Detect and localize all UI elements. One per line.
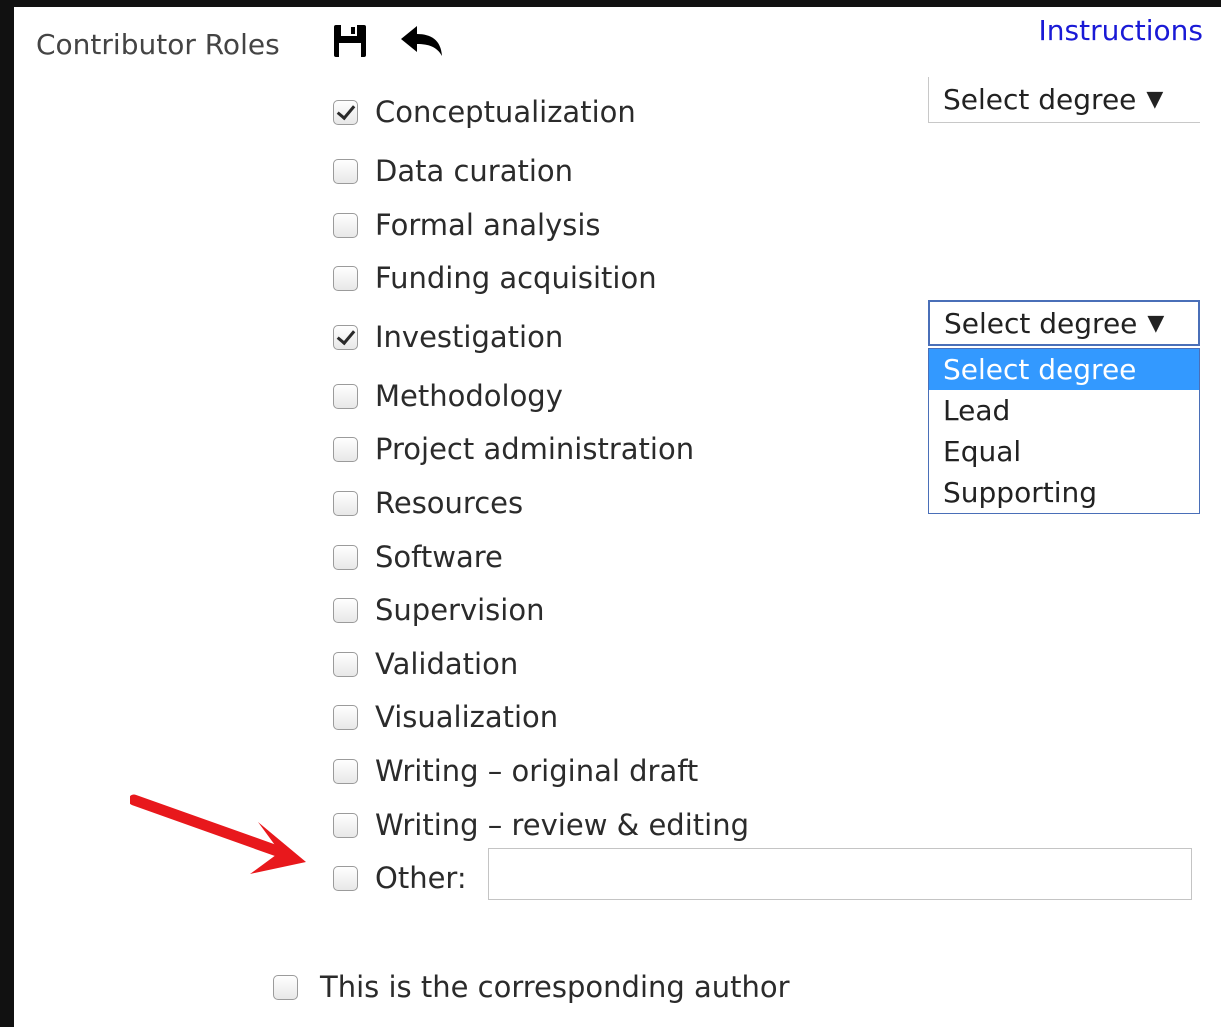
role-label: Data curation: [375, 154, 574, 188]
contributor-roles-label: Contributor Roles: [36, 28, 280, 61]
role-label: Resources: [375, 486, 524, 520]
role-checkbox[interactable]: [333, 812, 358, 838]
role-checkbox[interactable]: [333, 865, 358, 891]
role-checkbox[interactable]: [333, 544, 358, 570]
investigation-degree-select[interactable]: Select degree ▼: [928, 300, 1200, 346]
role-label: Validation: [375, 647, 519, 681]
floppy-disk-icon[interactable]: [333, 24, 367, 62]
reply-arrow-icon[interactable]: [399, 24, 443, 62]
role-item[interactable]: Validation: [333, 647, 518, 681]
role-item[interactable]: Funding acquisition: [333, 261, 657, 295]
role-item[interactable]: Other:: [333, 861, 467, 895]
dropdown-option[interactable]: Supporting: [929, 472, 1199, 513]
role-label: Investigation: [375, 320, 564, 354]
role-checkbox[interactable]: [333, 436, 358, 462]
other-role-input[interactable]: [488, 848, 1192, 900]
corresponding-author-checkbox[interactable]: [273, 974, 298, 1000]
role-item[interactable]: Visualization: [333, 700, 558, 734]
corresponding-author-label: This is the corresponding author: [320, 970, 790, 1004]
role-checkbox[interactable]: [333, 383, 358, 409]
select-value: Select degree: [944, 306, 1138, 340]
role-item[interactable]: Software: [333, 540, 503, 574]
role-checkbox[interactable]: [333, 490, 358, 516]
role-item[interactable]: Methodology: [333, 379, 563, 413]
role-item[interactable]: Supervision: [333, 593, 544, 627]
role-checkbox[interactable]: [333, 265, 358, 291]
role-label: Visualization: [375, 700, 559, 734]
role-checkbox[interactable]: [333, 324, 358, 350]
dropdown-option[interactable]: Lead: [929, 390, 1199, 431]
role-item[interactable]: Resources: [333, 486, 523, 520]
select-value: Select degree: [943, 83, 1137, 116]
role-label: Other:: [375, 861, 467, 895]
role-label: Project administration: [375, 432, 695, 466]
role-checkbox[interactable]: [333, 704, 358, 730]
dropdown-option[interactable]: Select degree: [929, 349, 1199, 390]
degree-dropdown-list: Select degree Lead Equal Supporting: [928, 348, 1200, 514]
role-checkbox[interactable]: [333, 158, 358, 184]
role-checkbox[interactable]: [333, 597, 358, 623]
dropdown-option[interactable]: Equal: [929, 431, 1199, 472]
role-item[interactable]: Investigation: [333, 320, 563, 354]
role-label: Software: [375, 540, 503, 574]
role-item[interactable]: Conceptualization: [333, 95, 636, 129]
role-item[interactable]: Writing – original draft: [333, 754, 698, 788]
role-item[interactable]: Data curation: [333, 154, 573, 188]
role-label: Writing – review & editing: [375, 808, 749, 842]
red-arrow-icon: [128, 792, 330, 886]
corresponding-author-row[interactable]: This is the corresponding author: [273, 970, 790, 1004]
triangle-down-icon: ▼: [1147, 310, 1165, 336]
role-checkbox[interactable]: [333, 651, 358, 677]
role-label: Formal analysis: [375, 208, 601, 242]
role-checkbox[interactable]: [333, 758, 358, 784]
triangle-down-icon: ▼: [1146, 87, 1164, 112]
role-label: Funding acquisition: [375, 261, 657, 295]
role-item[interactable]: Project administration: [333, 432, 694, 466]
role-item[interactable]: Writing – review & editing: [333, 808, 749, 842]
conceptualization-degree-select[interactable]: Select degree ▼: [928, 77, 1200, 123]
role-label: Supervision: [375, 593, 545, 627]
role-checkbox[interactable]: [333, 212, 358, 238]
instructions-link[interactable]: Instructions: [1039, 14, 1203, 47]
role-item[interactable]: Formal analysis: [333, 208, 601, 242]
role-label: Conceptualization: [375, 95, 636, 129]
role-label: Writing – original draft: [375, 754, 699, 788]
role-checkbox[interactable]: [333, 99, 358, 125]
role-label: Methodology: [375, 379, 563, 413]
